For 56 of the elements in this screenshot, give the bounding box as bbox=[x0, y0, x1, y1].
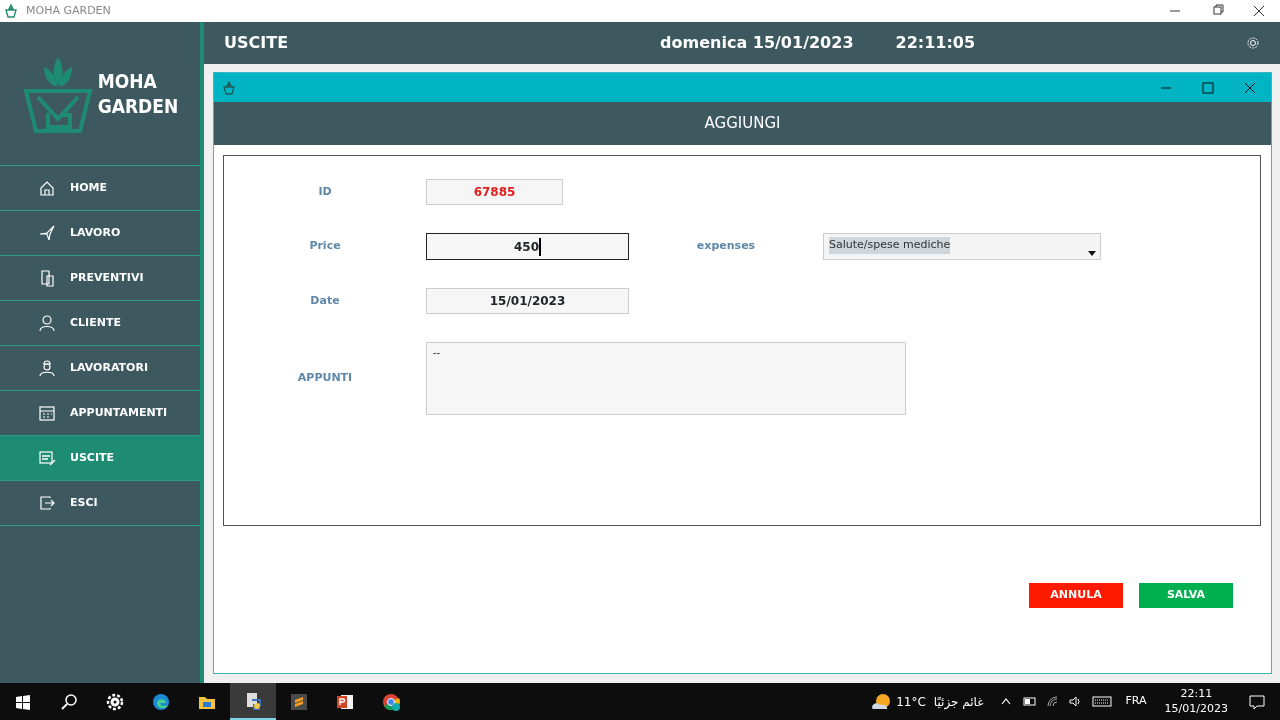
windows-icon bbox=[14, 692, 32, 711]
date-field[interactable]: 15/01/2023 bbox=[426, 288, 629, 314]
settings-icon[interactable] bbox=[1246, 36, 1260, 50]
weather-text: غائم جزئيًا bbox=[933, 693, 984, 711]
id-field[interactable]: 67885 bbox=[426, 179, 563, 205]
sidebar-item[interactable]: LAVORO bbox=[0, 211, 200, 256]
wifi-icon[interactable] bbox=[1045, 695, 1059, 708]
tool-icon bbox=[38, 224, 56, 242]
logo-text: GARDEN bbox=[97, 93, 179, 119]
clock[interactable]: 22:11 15/01/2023 bbox=[1164, 687, 1228, 716]
form-icon bbox=[38, 449, 56, 467]
field-label: expenses bbox=[695, 238, 757, 255]
docs-icon bbox=[38, 269, 56, 287]
search-icon bbox=[60, 692, 78, 711]
app-logo-icon bbox=[222, 80, 236, 95]
python-file-icon bbox=[244, 691, 262, 710]
field-label: Date bbox=[309, 292, 341, 309]
home-icon bbox=[38, 179, 56, 197]
sublime-icon bbox=[290, 692, 308, 711]
sidebar-item[interactable]: USCITE bbox=[0, 436, 200, 481]
sidebar-item[interactable]: CLIENTE bbox=[0, 301, 200, 346]
calendar-icon bbox=[38, 404, 56, 422]
expenses-dropdown[interactable]: Salute/spese mediche bbox=[823, 233, 1101, 260]
person-icon bbox=[38, 314, 56, 332]
settings-icon bbox=[106, 692, 124, 711]
date-text: domenica 15/01/2023 bbox=[660, 32, 854, 54]
sidebar-item[interactable]: ESCI bbox=[0, 481, 200, 526]
sidebar-item[interactable]: HOME bbox=[0, 166, 200, 211]
time-text: 22:11:05 bbox=[895, 32, 976, 54]
keyboard-icon[interactable] bbox=[1091, 695, 1112, 708]
taskbar-button[interactable] bbox=[230, 683, 276, 720]
field-label: Price bbox=[308, 238, 342, 255]
page-title: USCITE bbox=[224, 32, 289, 54]
notification-icon[interactable] bbox=[1248, 692, 1266, 711]
app-logo-icon bbox=[4, 4, 18, 18]
browser-icon bbox=[152, 692, 170, 711]
presentation-icon bbox=[336, 692, 354, 711]
price-field[interactable]: 450 bbox=[426, 233, 629, 260]
caret-icon bbox=[1088, 251, 1096, 257]
battery-icon[interactable] bbox=[1022, 695, 1036, 708]
chrome-icon bbox=[382, 692, 400, 711]
sidebar-item[interactable]: PREVENTIVI bbox=[0, 256, 200, 301]
dialog-title: AGGIUNGI bbox=[214, 102, 1271, 145]
cancel-button[interactable]: ANNULA bbox=[1029, 583, 1123, 608]
volume-icon[interactable] bbox=[1068, 695, 1082, 708]
worker-icon bbox=[38, 359, 56, 377]
temperature-text: 11°C bbox=[896, 693, 926, 711]
field-label: ID bbox=[317, 183, 333, 200]
weather-icon bbox=[870, 691, 893, 712]
sidebar-item[interactable]: LAVORATORI bbox=[0, 346, 200, 391]
notes-field[interactable]: -- bbox=[426, 342, 906, 415]
window-title: MOHA GARDEN bbox=[26, 2, 111, 19]
logo-text: MOHA bbox=[97, 68, 158, 94]
exit-icon bbox=[38, 494, 56, 512]
language-indicator[interactable]: FRA bbox=[1125, 693, 1147, 710]
field-label: APPUNTI bbox=[296, 370, 354, 387]
